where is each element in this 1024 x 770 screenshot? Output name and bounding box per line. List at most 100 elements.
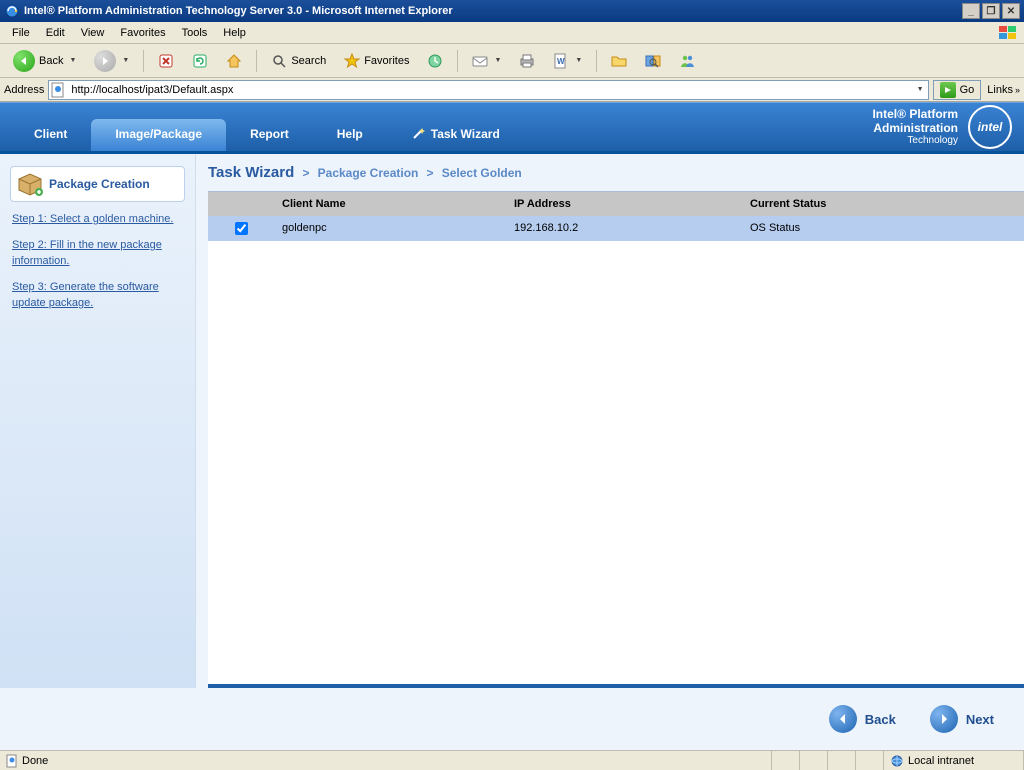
menu-favorites[interactable]: Favorites (112, 25, 173, 41)
sidebar-step3[interactable]: Step 3: Generate the software update pac… (12, 280, 185, 312)
bc-leaf: Select Golden (442, 166, 522, 180)
chevron-down-icon: ▼ (69, 57, 76, 64)
app-tabs: Client Image/Package Report Help Task Wi… (0, 103, 524, 151)
address-input[interactable] (71, 84, 914, 96)
edit-doc-icon: W (553, 53, 569, 69)
go-label: Go (960, 84, 975, 96)
address-input-wrap[interactable]: ▼ (48, 80, 928, 100)
chevron-down-icon: ▼ (575, 57, 582, 64)
tab-help-label: Help (337, 127, 363, 141)
tab-help[interactable]: Help (313, 119, 387, 151)
status-zone-label: Local intranet (908, 755, 974, 767)
menu-help[interactable]: Help (215, 25, 254, 41)
main-panel: Task Wizard > Package Creation > Select … (196, 154, 1024, 688)
browser-toolbar: Back ▼ ▼ Search Favorites ▼ W▼ (0, 44, 1024, 78)
cell-ip: 192.168.10.2 (506, 216, 742, 241)
restore-button[interactable]: ❐ (982, 3, 1000, 19)
stop-icon (158, 53, 174, 69)
search-button[interactable]: Search (264, 48, 333, 74)
menu-file[interactable]: File (4, 25, 38, 41)
tab-task-wizard[interactable]: Task Wizard (387, 119, 524, 151)
divider (208, 684, 1024, 688)
wand-icon (411, 127, 425, 141)
brand-line2: Administration (872, 122, 958, 135)
status-done: Done (0, 751, 772, 770)
forward-button[interactable]: ▼ (87, 48, 136, 74)
print-button[interactable] (512, 48, 542, 74)
back-arrow-icon (829, 705, 857, 733)
refresh-button[interactable] (185, 48, 215, 74)
sidebar-step1[interactable]: Step 1: Select a golden machine. (12, 212, 185, 228)
bc-root: Task Wizard (208, 164, 294, 181)
col-client-name[interactable]: Client Name (274, 192, 506, 216)
svg-text:W: W (557, 57, 565, 66)
links-label: Links (987, 84, 1013, 96)
edit-button[interactable]: W▼ (546, 48, 589, 74)
messenger-button[interactable] (672, 48, 702, 74)
menu-tools[interactable]: Tools (174, 25, 216, 41)
sidebar-title: Package Creation (10, 166, 185, 202)
window-titlebar: Intel® Platform Administration Technolog… (0, 0, 1024, 22)
brand-line1: Intel® Platform (872, 108, 958, 121)
sidebar-step2[interactable]: Step 2: Fill in the new package informat… (12, 238, 185, 270)
go-button[interactable]: Go (933, 80, 982, 100)
back-arrow-icon (13, 50, 35, 72)
status-pane-1 (772, 751, 800, 770)
package-icon (17, 172, 43, 196)
minimize-button[interactable]: _ (962, 3, 980, 19)
favorites-button[interactable]: Favorites (337, 48, 416, 74)
wizard-back-button[interactable]: Back (829, 705, 896, 733)
windows-flag-icon (996, 24, 1020, 42)
folder-button[interactable] (604, 48, 634, 74)
grid-empty-area (208, 241, 1024, 684)
search-icon (271, 53, 287, 69)
tab-report[interactable]: Report (226, 119, 313, 151)
stop-button[interactable] (151, 48, 181, 74)
go-arrow-icon (940, 82, 956, 98)
back-button[interactable]: Back ▼ (6, 48, 83, 74)
back-label: Back (39, 55, 63, 67)
close-button[interactable]: ✕ (1002, 3, 1020, 19)
menu-view[interactable]: View (73, 25, 113, 41)
table-row[interactable]: goldenpc 192.168.10.2 OS Status (208, 216, 1024, 241)
status-zone: Local intranet (884, 751, 1024, 770)
mail-icon (472, 53, 488, 69)
browser-statusbar: Done Local intranet (0, 750, 1024, 770)
col-ip[interactable]: IP Address (506, 192, 742, 216)
tab-client[interactable]: Client (10, 119, 91, 151)
cell-client-name: goldenpc (274, 216, 506, 241)
status-pane-4 (856, 751, 884, 770)
grid-header: Client Name IP Address Current Status (208, 192, 1024, 216)
links-menu[interactable]: Links » (987, 84, 1020, 96)
row-checkbox[interactable] (235, 222, 248, 235)
menu-bar: File Edit View Favorites Tools Help (0, 22, 1024, 44)
tab-image-package[interactable]: Image/Package (91, 119, 226, 151)
wizard-back-label: Back (865, 712, 896, 727)
address-label: Address (4, 84, 44, 96)
brand-line3: Technology (872, 135, 958, 146)
window-title: Intel® Platform Administration Technolog… (24, 5, 962, 17)
breadcrumb: Task Wizard > Package Creation > Select … (208, 164, 1024, 181)
ie-icon (4, 3, 20, 19)
research-button[interactable] (638, 48, 668, 74)
status-pane-3 (828, 751, 856, 770)
tab-client-label: Client (34, 127, 67, 141)
mail-button[interactable]: ▼ (465, 48, 508, 74)
print-icon (519, 53, 535, 69)
tab-task-wizard-label: Task Wizard (431, 127, 500, 141)
tab-image-package-label: Image/Package (115, 127, 202, 141)
home-button[interactable] (219, 48, 249, 74)
wizard-next-button[interactable]: Next (930, 705, 994, 733)
chevron-down-icon[interactable]: ▼ (917, 86, 924, 93)
wizard-next-label: Next (966, 712, 994, 727)
chevron-down-icon: ▼ (122, 57, 129, 64)
status-done-label: Done (22, 755, 48, 767)
intel-chip-icon: intel (968, 105, 1012, 149)
favorites-label: Favorites (364, 55, 409, 67)
cell-status: OS Status (742, 216, 1024, 241)
menu-edit[interactable]: Edit (38, 25, 73, 41)
history-button[interactable] (420, 48, 450, 74)
col-status[interactable]: Current Status (742, 192, 1024, 216)
status-pane-2 (800, 751, 828, 770)
home-icon (226, 53, 242, 69)
